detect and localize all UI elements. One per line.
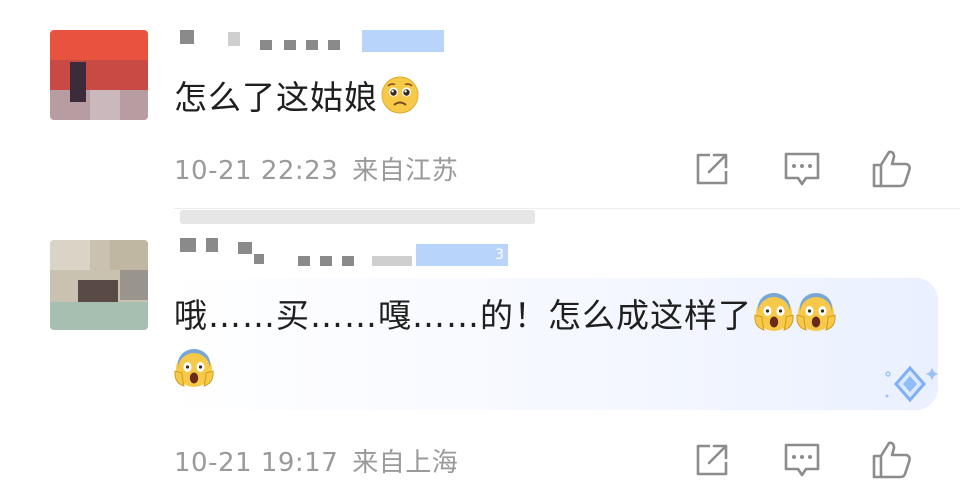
username-blurred[interactable] — [176, 30, 456, 52]
comment-icon[interactable] — [780, 438, 824, 482]
share-icon[interactable] — [690, 147, 734, 191]
face-screaming-in-fear-icon — [796, 293, 836, 331]
comment-location: 来自上海 — [352, 448, 459, 478]
avatar[interactable] — [50, 240, 148, 330]
comment-text: 哦……买……嘎……的！怎么成这样了 — [174, 288, 894, 400]
comment-item: 3 哦……买……嘎……的！怎么成这样了 10-21 19:17 来自上海 — [0, 210, 960, 499]
username-blurred[interactable]: 3 — [176, 238, 508, 266]
divider — [174, 208, 960, 209]
comment-location: 来自江苏 — [352, 156, 459, 186]
like-icon[interactable] — [870, 147, 914, 191]
member-badge: 3 — [416, 244, 508, 266]
comment-meta: 10-21 22:23 来自江苏 — [174, 150, 458, 187]
member-badge — [362, 30, 444, 52]
comment-time: 10-21 19:17 — [174, 448, 339, 478]
sparkle-diamond-icon — [885, 365, 938, 403]
avatar[interactable] — [50, 30, 148, 120]
comment-icon[interactable] — [780, 147, 824, 191]
pleading-face-icon — [381, 76, 419, 114]
comment-text: 怎么了这姑娘 — [174, 70, 420, 126]
like-icon[interactable] — [870, 438, 914, 482]
share-icon[interactable] — [690, 438, 734, 482]
comment-item: 怎么了这姑娘 10-21 22:23 来自江苏 — [0, 0, 960, 210]
comment-actions — [690, 147, 930, 191]
comment-actions — [690, 438, 930, 482]
comment-meta: 10-21 19:17 来自上海 — [174, 442, 458, 479]
face-screaming-in-fear-icon — [174, 349, 214, 387]
comment-time: 10-21 22:23 — [174, 156, 339, 186]
face-screaming-in-fear-icon — [754, 293, 794, 331]
